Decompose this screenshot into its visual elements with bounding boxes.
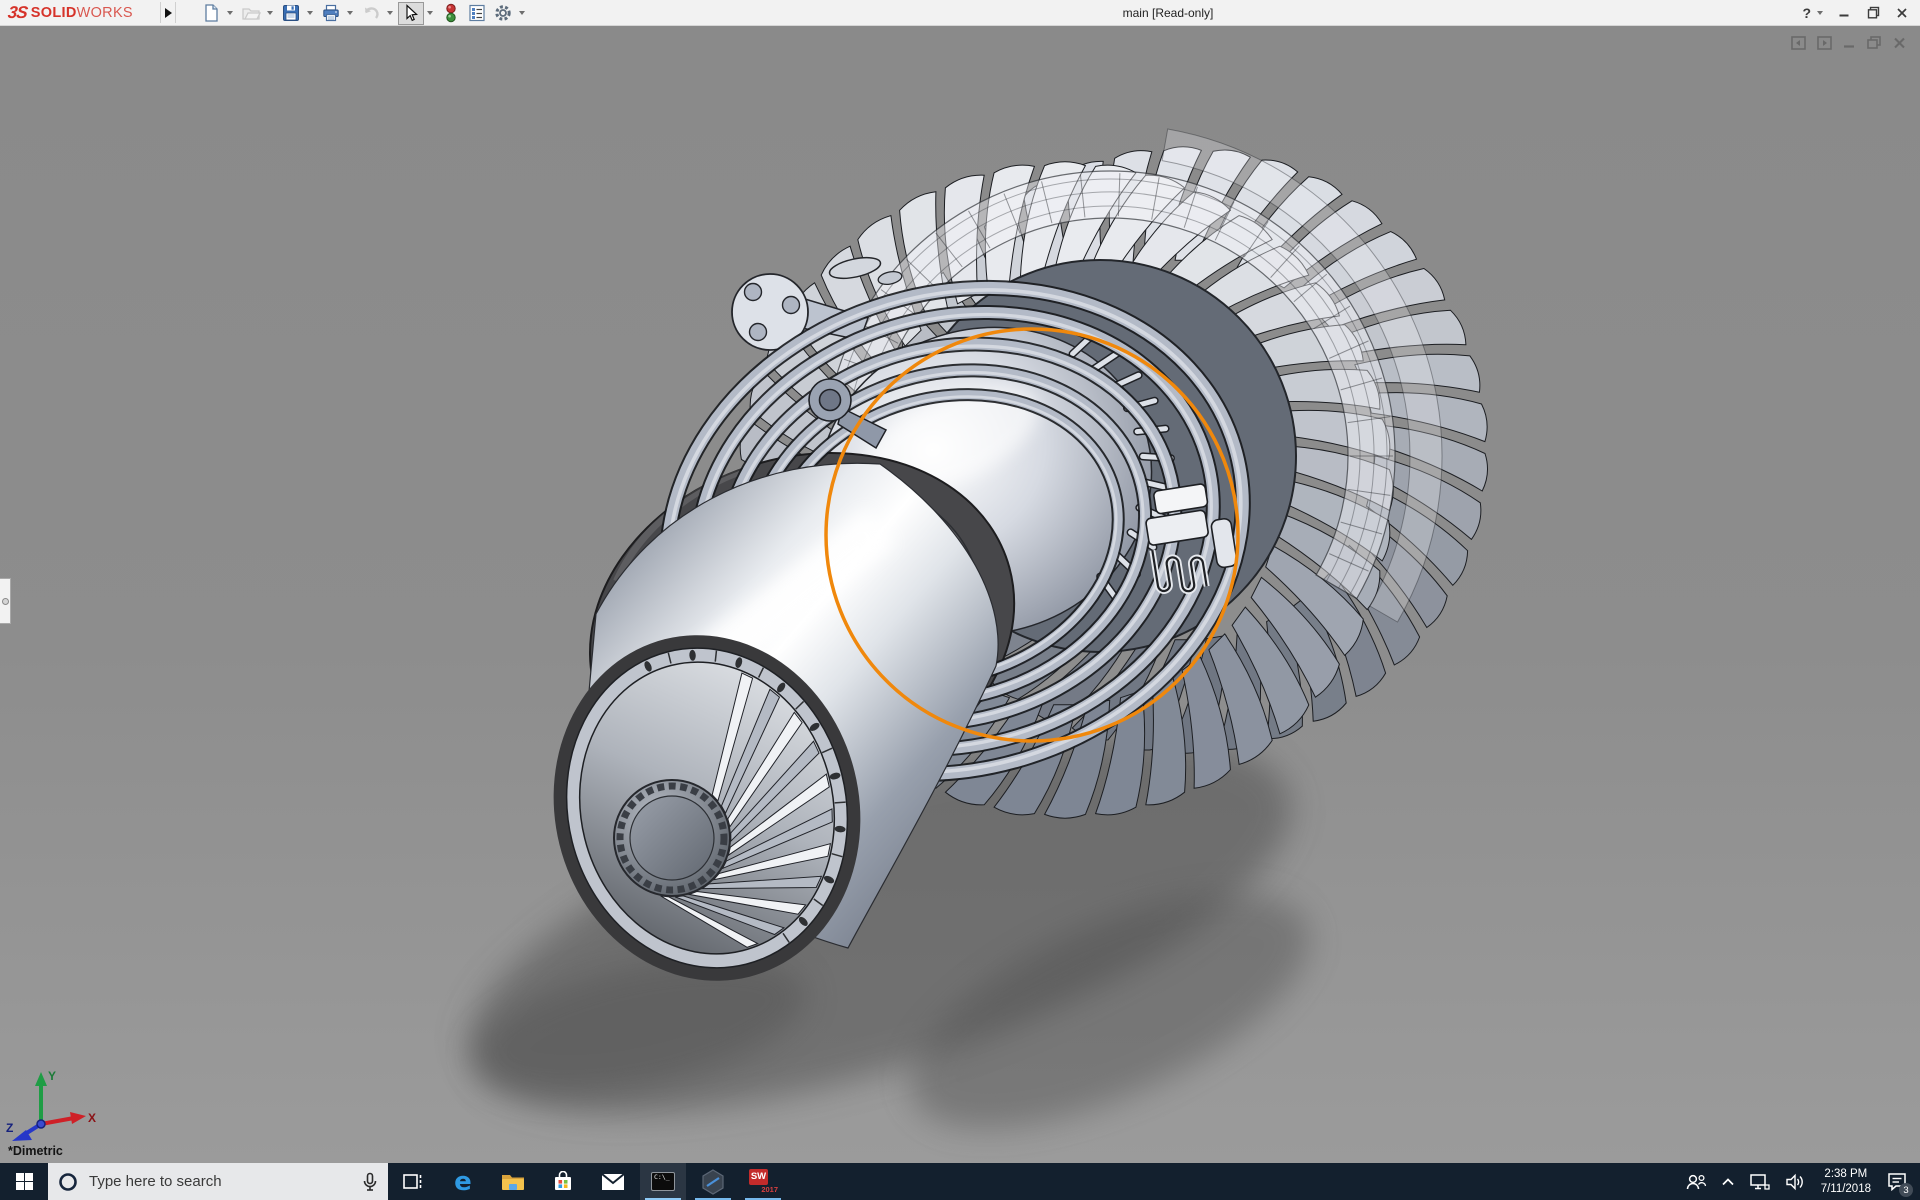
pane-right-icon[interactable]: [1817, 36, 1832, 50]
select-cursor-icon: [402, 4, 420, 22]
hexagon-app-icon: [701, 1169, 725, 1195]
search-input[interactable]: [87, 1172, 362, 1191]
restore-icon: [1867, 6, 1880, 19]
microphone-icon[interactable]: [362, 1172, 378, 1192]
windows-taskbar: e C:\_ SW 2017: [0, 1163, 1920, 1200]
view-orientation-label: *Dimetric: [8, 1144, 63, 1158]
rebuild-button[interactable]: [438, 2, 464, 25]
action-center-button[interactable]: 3: [1880, 1163, 1914, 1200]
document-title: main [Read-only]: [1123, 0, 1214, 25]
save-floppy-icon: [281, 3, 301, 23]
viewport-window-controls: [1791, 36, 1906, 50]
brand-works: WORKS: [77, 5, 133, 21]
close-button[interactable]: [1894, 5, 1910, 21]
solidworks-logo: 3S SOLIDWORKS: [8, 0, 133, 25]
clock-date: 7/11/2018: [1821, 1182, 1871, 1197]
triad-y-label: Y: [48, 1069, 56, 1083]
task-view-icon: [402, 1172, 424, 1192]
title-bar: 3S SOLIDWORKS: [0, 0, 1920, 26]
open-button[interactable]: [238, 2, 264, 25]
undo-button[interactable]: [358, 2, 384, 25]
file-properties-button[interactable]: [464, 2, 490, 25]
help-dropdown[interactable]: [1817, 11, 1823, 15]
edge-icon: e: [454, 1169, 472, 1195]
new-dropdown[interactable]: [224, 2, 235, 25]
model-canvas[interactable]: Y X Z *Dimetric: [0, 26, 1920, 1163]
file-explorer-icon: [501, 1172, 525, 1192]
volume-button[interactable]: [1778, 1163, 1812, 1200]
volume-icon: [1785, 1173, 1805, 1191]
save-dropdown[interactable]: [304, 2, 315, 25]
clock-time: 2:38 PM: [1824, 1167, 1867, 1182]
system-tray: 2:38 PM 7/11/2018 3: [1678, 1163, 1920, 1200]
print-dropdown[interactable]: [344, 2, 355, 25]
flyout-arrow-icon: [165, 8, 172, 18]
taskbar-app-mail[interactable]: [590, 1163, 636, 1200]
jet-engine-model: [0, 26, 1920, 1163]
mail-icon: [601, 1173, 625, 1191]
new-document-button[interactable]: [198, 2, 224, 25]
taskbar-app-store[interactable]: [540, 1163, 586, 1200]
dassault-mark: 3S: [7, 3, 29, 23]
triad-x-label: X: [88, 1111, 96, 1125]
restore-button[interactable]: [1865, 5, 1881, 21]
select-dropdown[interactable]: [424, 2, 435, 25]
taskbar-app-hexagon[interactable]: [690, 1163, 736, 1200]
options-gear-icon: [493, 3, 513, 23]
collapsed-panel-tab[interactable]: [0, 578, 11, 624]
file-properties-icon: [467, 3, 487, 23]
close-icon: [1896, 7, 1908, 19]
standard-toolbar: [198, 1, 530, 25]
tray-overflow-button[interactable]: [1714, 1163, 1742, 1200]
task-view-button[interactable]: [390, 1163, 436, 1200]
cortana-icon: [58, 1172, 78, 1192]
print-button[interactable]: [318, 2, 344, 25]
panel-pin-icon: [2, 598, 9, 605]
triad-z-label: Z: [6, 1121, 13, 1135]
undo-dropdown[interactable]: [384, 2, 395, 25]
notification-badge: 3: [1899, 1183, 1913, 1197]
minimize-button[interactable]: [1836, 5, 1852, 21]
doc-restore-icon[interactable]: [1867, 36, 1882, 50]
taskbar-app-solidworks[interactable]: SW 2017: [740, 1163, 786, 1200]
select-button[interactable]: [398, 2, 424, 25]
command-prompt-icon: C:\_: [651, 1172, 675, 1191]
solidworks-2017-icon: SW 2017: [749, 1169, 777, 1195]
toolbar-flyout-button[interactable]: [160, 2, 176, 23]
network-button[interactable]: [1742, 1163, 1778, 1200]
open-dropdown[interactable]: [264, 2, 275, 25]
rebuild-traffic-light-icon: [442, 3, 460, 23]
taskbar-app-command-prompt[interactable]: C:\_: [640, 1163, 686, 1200]
chevron-up-icon: [1721, 1177, 1735, 1187]
taskbar-app-file-explorer[interactable]: [490, 1163, 536, 1200]
people-button[interactable]: [1678, 1163, 1714, 1200]
taskbar-app-edge[interactable]: e: [440, 1163, 486, 1200]
brand-solid: SOLID: [31, 5, 77, 21]
minimize-icon: [1838, 7, 1850, 19]
save-button[interactable]: [278, 2, 304, 25]
orientation-triad: Y X Z: [4, 1066, 100, 1142]
network-icon: [1749, 1173, 1771, 1191]
pane-left-icon[interactable]: [1791, 36, 1806, 50]
taskbar-search[interactable]: [48, 1163, 388, 1200]
options-dropdown[interactable]: [516, 2, 527, 25]
start-button[interactable]: [0, 1163, 48, 1200]
store-icon: [552, 1171, 574, 1193]
doc-minimize-icon[interactable]: [1843, 36, 1856, 50]
taskbar-clock[interactable]: 2:38 PM 7/11/2018: [1812, 1163, 1880, 1200]
undo-arrow-icon: [361, 3, 381, 23]
doc-close-icon[interactable]: [1893, 36, 1906, 50]
help-button[interactable]: ?: [1802, 5, 1811, 21]
new-document-icon: [201, 3, 221, 23]
open-folder-icon: [241, 3, 261, 23]
windows-logo-icon: [16, 1173, 33, 1190]
people-icon: [1685, 1172, 1707, 1192]
window-controls: ?: [1802, 0, 1910, 25]
options-button[interactable]: [490, 2, 516, 25]
print-icon: [321, 3, 341, 23]
